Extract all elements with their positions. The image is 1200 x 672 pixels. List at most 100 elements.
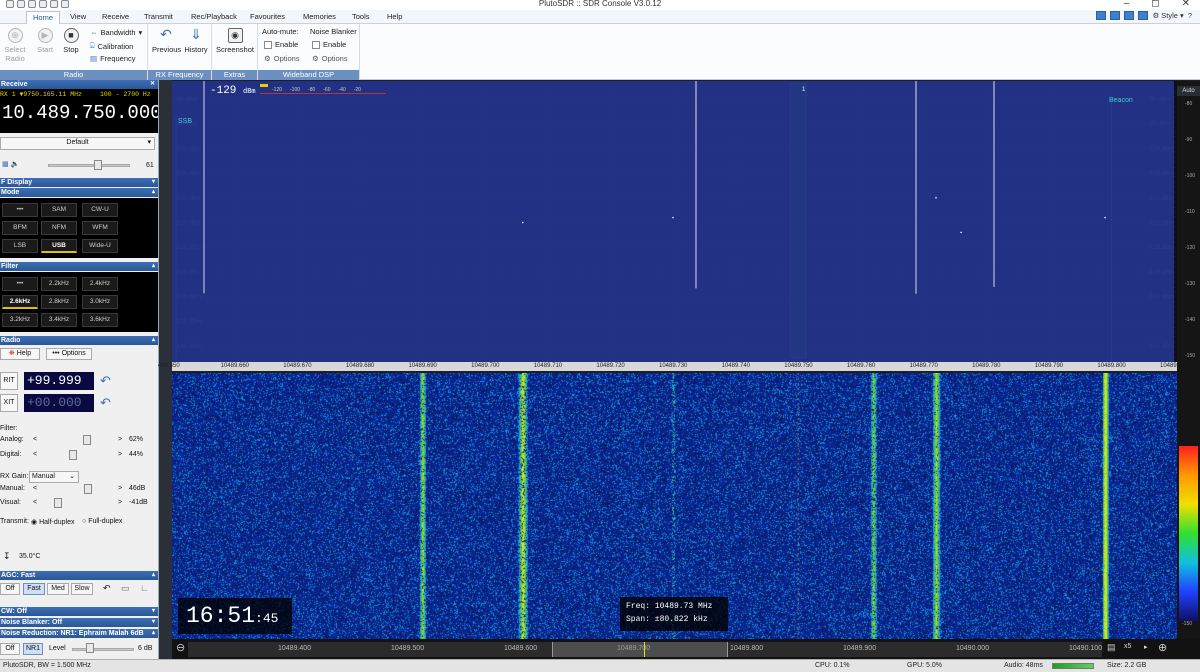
start-button[interactable]: ▶ Start bbox=[32, 28, 58, 54]
spectrum-display[interactable]: -90 dBm-95 dBm-100 dBm-105 dBm-110 dBm-1… bbox=[172, 81, 1177, 362]
agc-med-button[interactable]: Med bbox=[47, 583, 69, 595]
preset-dropdown[interactable]: Default ▾ bbox=[0, 137, 155, 150]
spectrum-plot[interactable]: -90 dBm-95 dBm-100 dBm-105 dBm-110 dBm-1… bbox=[172, 81, 1177, 362]
scroll-left-icon[interactable]: ⊖ bbox=[176, 641, 185, 654]
rit-reset-icon[interactable]: ↶ bbox=[100, 373, 111, 389]
filter-2-8-button[interactable]: 2.8kHz bbox=[41, 295, 77, 309]
visual-inc[interactable]: > bbox=[118, 499, 122, 506]
mode-wfm-button[interactable]: WFM bbox=[82, 221, 118, 235]
tab-receive[interactable]: Receive bbox=[96, 11, 135, 24]
noise-reduction-header[interactable]: Noise Reduction: NR1: Ephraim Malah 6dB ▴ bbox=[0, 629, 158, 638]
rx-gain-dropdown[interactable]: Manual ⌄ bbox=[29, 471, 79, 483]
mode-lsb-button[interactable]: LSB bbox=[2, 239, 38, 253]
style-menu[interactable]: ⚙ Style ▾ bbox=[1152, 11, 1183, 20]
overview-settings-icon[interactable]: ▤ bbox=[1107, 642, 1116, 653]
rit-value[interactable]: +99.999 bbox=[24, 372, 94, 390]
layout-icon[interactable] bbox=[1096, 11, 1107, 20]
automute-enable-checkbox[interactable]: Enable bbox=[264, 40, 298, 49]
automute-options-button[interactable]: ⚙ Options bbox=[264, 54, 300, 63]
tab-memories[interactable]: Memories bbox=[297, 11, 342, 24]
filter-3-2-button[interactable]: 3.2kHz bbox=[2, 313, 38, 327]
scroll-right-icon[interactable]: ⊕ bbox=[1158, 641, 1167, 654]
vfo-frequency[interactable]: 10.489.750.000 bbox=[2, 102, 158, 124]
half-duplex-radio[interactable]: ◉ Half-duplex bbox=[31, 518, 74, 526]
cw-header[interactable]: CW: Off ▾ bbox=[0, 607, 158, 616]
panel-splitter[interactable] bbox=[159, 80, 172, 661]
digital-dec[interactable]: < bbox=[33, 451, 37, 458]
noise-blanker-header[interactable]: Noise Blanker: Off ▾ bbox=[0, 618, 158, 627]
mode-nfm-button[interactable]: NFM bbox=[41, 221, 77, 235]
auto-button[interactable]: Auto bbox=[1177, 86, 1200, 96]
tab-help[interactable]: Help bbox=[381, 11, 408, 24]
help-icon[interactable]: ? bbox=[1188, 11, 1192, 20]
waterfall-color-scale[interactable] bbox=[1179, 446, 1198, 621]
full-duplex-radio[interactable]: ○ Full-duplex bbox=[82, 518, 122, 525]
visual-slider[interactable] bbox=[54, 498, 62, 508]
mode-cwu-button[interactable]: CW-U bbox=[82, 203, 118, 217]
nb-enable-checkbox[interactable]: Enable bbox=[312, 40, 346, 49]
filter-2-6-button[interactable]: 2.6kHz bbox=[2, 295, 38, 309]
rit-button[interactable]: RIT bbox=[0, 372, 18, 390]
agc-settings-icon[interactable]: ▭ bbox=[121, 583, 130, 594]
screenshot-button[interactable]: ◉ Screenshot bbox=[216, 28, 254, 54]
tab-rec-playback[interactable]: Rec/Playback bbox=[185, 11, 243, 24]
agc-graph-icon[interactable]: ∟ bbox=[140, 583, 149, 593]
tab-transmit[interactable]: Transmit bbox=[138, 11, 179, 24]
agc-slow-button[interactable]: Slow bbox=[71, 583, 93, 595]
receive-header[interactable]: Receive ✕ bbox=[0, 80, 158, 89]
stop-button[interactable]: ■ Stop bbox=[58, 28, 84, 54]
history-button[interactable]: ⇓ History bbox=[182, 27, 210, 54]
tab-home[interactable]: Home bbox=[26, 11, 61, 24]
agc-undo-icon[interactable]: ↶ bbox=[103, 583, 111, 594]
digital-slider[interactable] bbox=[69, 450, 77, 460]
nb-options-button[interactable]: ⚙ Options bbox=[312, 54, 348, 63]
display-header[interactable]: F Display ▾ bbox=[0, 178, 158, 187]
mode-bfm-button[interactable]: BFM bbox=[2, 221, 38, 235]
manual-inc[interactable]: > bbox=[118, 485, 122, 492]
radio-header[interactable]: Radio ▴ bbox=[0, 336, 158, 345]
tab-favourites[interactable]: Favourites bbox=[244, 11, 291, 24]
filter-3-6-button[interactable]: 3.6kHz bbox=[82, 313, 118, 327]
filter-2-4-button[interactable]: 2.4kHz bbox=[82, 277, 118, 291]
layout-icon[interactable] bbox=[1110, 11, 1121, 20]
agc-off-button[interactable]: Off bbox=[0, 583, 20, 595]
xit-value[interactable]: +00.000 bbox=[24, 394, 94, 412]
help-button[interactable]: ❋ Help bbox=[0, 348, 40, 360]
xit-reset-icon[interactable]: ↶ bbox=[100, 395, 111, 411]
volume-knob[interactable] bbox=[94, 160, 103, 170]
agc-header[interactable]: AGC: Fast ▴ bbox=[0, 571, 158, 580]
filter-2-2-button[interactable]: 2.2kHz bbox=[41, 277, 77, 291]
analog-dec[interactable]: < bbox=[33, 436, 37, 443]
volume-slider[interactable] bbox=[48, 164, 130, 167]
zoom-level[interactable]: x5 bbox=[1124, 643, 1131, 650]
maximize-icon[interactable]: ◻ bbox=[1151, 0, 1159, 9]
mode-wideu-button[interactable]: Wide-U bbox=[82, 239, 118, 253]
xit-button[interactable]: XIT bbox=[0, 394, 18, 412]
tab-tools[interactable]: Tools bbox=[346, 11, 376, 24]
previous-button[interactable]: ↶ Previous bbox=[152, 27, 181, 54]
options-button[interactable]: ••• Options bbox=[46, 348, 92, 360]
digital-inc[interactable]: > bbox=[118, 451, 122, 458]
analog-slider[interactable] bbox=[82, 435, 91, 445]
nr-level-knob[interactable] bbox=[86, 643, 94, 653]
ssb-marker-label[interactable]: SSB bbox=[178, 118, 192, 125]
analog-inc[interactable]: > bbox=[118, 436, 122, 443]
select-radio-button[interactable]: ⊕ Select Radio bbox=[2, 28, 28, 63]
mode-sam-button[interactable]: SAM bbox=[41, 203, 77, 217]
beacon-marker-label[interactable]: Beacon bbox=[1109, 97, 1133, 104]
manual-gain-slider[interactable] bbox=[84, 484, 92, 494]
minimize-icon[interactable]: – bbox=[1124, 0, 1130, 9]
frequency-button[interactable]: ▤ Frequency bbox=[90, 54, 136, 63]
zoom-dropdown-icon[interactable]: ▸ bbox=[1144, 643, 1148, 651]
nr-off-button[interactable]: Off bbox=[0, 643, 20, 655]
frequency-axis[interactable]: 489.650 10489.660 10489.670 10489.680 10489.… bbox=[158, 362, 1182, 371]
filter-3-0-button[interactable]: 3.0kHz bbox=[82, 295, 118, 309]
filter-more-button[interactable]: ••• bbox=[2, 277, 38, 291]
nr1-button[interactable]: NR1 bbox=[23, 643, 43, 655]
visual-dec[interactable]: < bbox=[33, 499, 37, 506]
manual-dec[interactable]: < bbox=[33, 485, 37, 492]
nr-level-slider[interactable] bbox=[72, 648, 134, 651]
overview-visible-span[interactable] bbox=[552, 642, 728, 657]
mode-more-button[interactable]: ••• bbox=[2, 203, 38, 217]
bandwidth-button[interactable]: ⇔ Bandwidth ▾ bbox=[90, 28, 142, 37]
